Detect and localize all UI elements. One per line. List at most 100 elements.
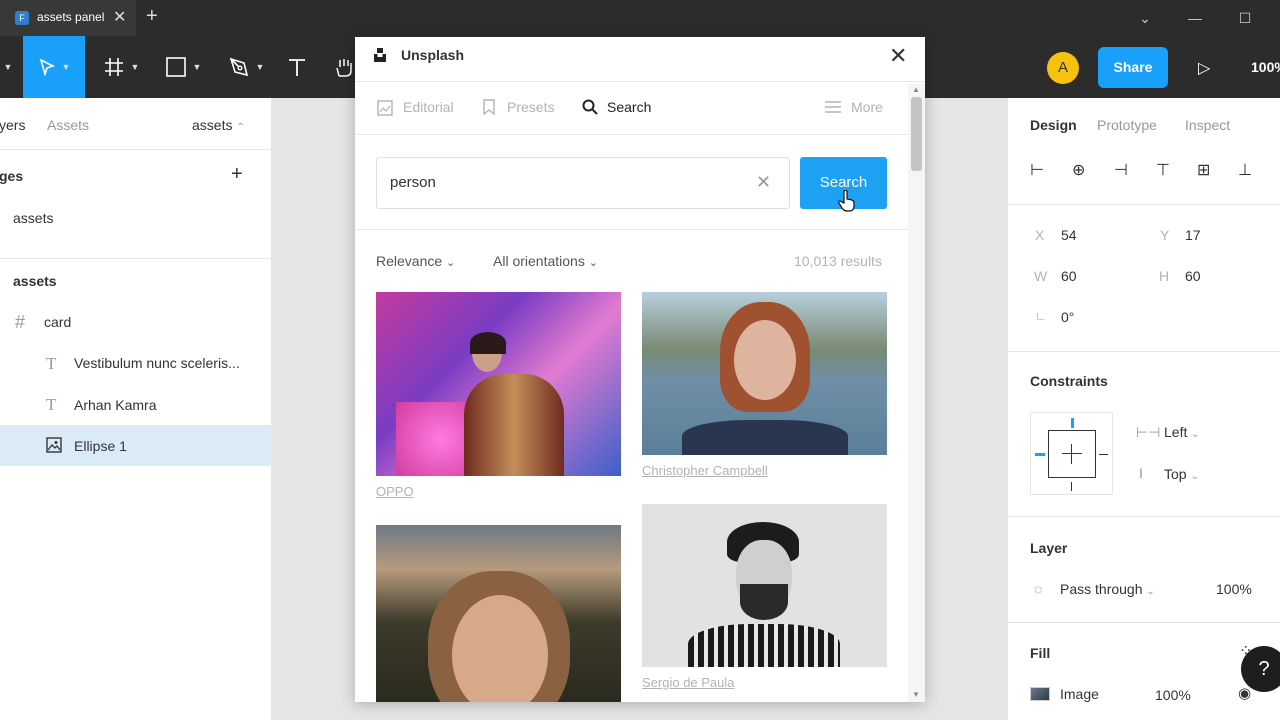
- blend-mode-icon: ◌: [1034, 581, 1043, 597]
- fill-opacity-field[interactable]: 100%: [1155, 687, 1191, 703]
- page-item-assets[interactable]: assets: [13, 210, 53, 226]
- vertical-constraint-select[interactable]: Top ⌄: [1164, 466, 1199, 482]
- new-tab-button[interactable]: +: [146, 5, 158, 28]
- layers-header: assets: [13, 273, 57, 289]
- divider: [1008, 351, 1280, 352]
- fill-header: Fill: [1030, 645, 1051, 661]
- chevron-down-icon: ⌄: [1146, 586, 1155, 597]
- text-tool-button[interactable]: [282, 36, 312, 98]
- minimize-icon[interactable]: —: [1171, 0, 1219, 36]
- shape-tool-button[interactable]: ▼: [159, 36, 207, 98]
- divider: [1008, 622, 1280, 623]
- tab-design[interactable]: Design: [1030, 117, 1077, 133]
- layer-opacity-field[interactable]: 100%: [1216, 581, 1252, 597]
- frame-icon: #: [15, 312, 26, 332]
- fill-image-swatch[interactable]: [1030, 687, 1050, 701]
- photo-thumbnail[interactable]: [376, 525, 621, 702]
- layer-label: Arhan Kamra: [74, 397, 157, 413]
- hand-tool-button[interactable]: [332, 36, 356, 98]
- avatar[interactable]: A: [1047, 52, 1079, 84]
- layer-label: card: [44, 314, 72, 330]
- horizontal-constraint-select[interactable]: Left ⌄: [1164, 424, 1200, 440]
- constraint-top-line[interactable]: [1071, 418, 1074, 428]
- tab-assets[interactable]: Assets: [47, 117, 89, 133]
- search-input[interactable]: person ✕: [376, 157, 790, 209]
- scroll-down-icon[interactable]: ▼: [912, 690, 920, 699]
- divider: [1008, 516, 1280, 517]
- width-field[interactable]: 60: [1061, 268, 1077, 284]
- divider: [355, 134, 908, 135]
- tab-prototype[interactable]: Prototype: [1097, 117, 1157, 133]
- close-icon[interactable]: ✕: [889, 43, 907, 69]
- horizontal-constraint-value: Left: [1164, 424, 1188, 440]
- frame-tool-button[interactable]: ▼: [97, 36, 145, 98]
- align-top-icon[interactable]: ⊤: [1156, 160, 1170, 180]
- x-label: X: [1035, 227, 1045, 243]
- modal-scrollbar-thumb[interactable]: [911, 97, 922, 171]
- tab-layers[interactable]: yers: [0, 117, 25, 133]
- scroll-up-icon[interactable]: ▲: [912, 85, 920, 94]
- maximize-icon[interactable]: ☐: [1221, 0, 1269, 36]
- layer-header: Layer: [1030, 540, 1068, 556]
- x-field[interactable]: 54: [1061, 227, 1077, 243]
- photo-thumbnail[interactable]: [642, 292, 887, 455]
- move-tool-button[interactable]: ▼: [23, 36, 85, 98]
- browser-tab[interactable]: F assets panel ✕: [0, 0, 136, 36]
- align-right-icon[interactable]: ⊣: [1114, 160, 1128, 180]
- modal-scrollbar[interactable]: [908, 84, 925, 702]
- align-bottom-icon[interactable]: ⊥: [1238, 160, 1252, 180]
- chevron-down-icon: ⌄: [588, 257, 598, 269]
- add-page-icon[interactable]: +: [231, 163, 243, 186]
- constraints-inner-box: [1048, 430, 1096, 478]
- orientation-filter[interactable]: All orientations ⌄: [493, 253, 598, 269]
- constraint-right-line[interactable]: [1099, 454, 1108, 455]
- divider: [355, 81, 925, 82]
- share-button[interactable]: Share: [1098, 47, 1168, 88]
- constraints-widget[interactable]: [1030, 412, 1113, 495]
- pen-icon: [229, 57, 248, 77]
- frame-icon: [104, 58, 123, 76]
- fill-type-label[interactable]: Image: [1060, 686, 1099, 702]
- text-icon: [289, 59, 305, 76]
- height-field[interactable]: 60: [1185, 268, 1201, 284]
- chevron-up-icon: ⌃: [236, 122, 245, 133]
- rotation-field[interactable]: 0°: [1061, 309, 1074, 325]
- photo-credit-link[interactable]: OPPO: [376, 484, 414, 499]
- y-field[interactable]: 17: [1185, 227, 1201, 243]
- align-horizontal-center-icon[interactable]: ⊕: [1072, 160, 1085, 180]
- image-icon: [377, 100, 393, 116]
- rotation-icon: ∟: [1035, 309, 1047, 323]
- blend-mode-select[interactable]: Pass through ⌄: [1060, 581, 1155, 597]
- constraint-bottom-line[interactable]: [1071, 482, 1072, 491]
- constraint-left-line[interactable]: [1035, 453, 1045, 456]
- tab-inspect[interactable]: Inspect: [1185, 117, 1230, 133]
- zoom-level[interactable]: 100%: [1251, 59, 1280, 75]
- align-vertical-center-icon[interactable]: ⊞: [1197, 160, 1210, 180]
- main-menu-chevron-icon[interactable]: ▼: [0, 36, 16, 98]
- chevron-down-icon[interactable]: ⌄: [1121, 0, 1169, 36]
- pen-tool-button[interactable]: ▼: [222, 36, 270, 98]
- hand-cursor-icon: [838, 190, 855, 212]
- present-play-icon[interactable]: ▷: [1198, 58, 1210, 78]
- browser-tab-title: assets panel: [37, 10, 105, 24]
- clear-search-icon[interactable]: ✕: [756, 172, 771, 193]
- photo-credit-link[interactable]: Christopher Campbell: [642, 463, 768, 478]
- vertical-constraint-icon: I: [1139, 465, 1143, 481]
- layer-row-ellipse-selected[interactable]: Ellipse 1: [0, 425, 272, 466]
- bookmark-icon: [483, 99, 495, 115]
- person-hair-shape: [470, 332, 506, 354]
- relevance-filter[interactable]: Relevance ⌄: [376, 253, 455, 269]
- align-left-icon[interactable]: ⊢: [1030, 160, 1044, 180]
- search-input-value: person: [390, 174, 436, 191]
- vertical-constraint-value: Top: [1164, 466, 1187, 482]
- chevron-down-icon: ⌄: [446, 257, 456, 269]
- move-cursor-icon: [39, 58, 55, 76]
- photo-thumbnail[interactable]: [642, 504, 887, 667]
- tab-more-label: More: [851, 99, 883, 115]
- photo-credit-link[interactable]: Sergio de Paula: [642, 675, 735, 690]
- help-button[interactable]: ?: [1241, 646, 1280, 692]
- photo-thumbnail[interactable]: [376, 292, 621, 476]
- tab-close-icon[interactable]: ✕: [113, 7, 126, 27]
- orientation-filter-label: All orientations: [493, 253, 585, 269]
- page-dropdown[interactable]: assets ⌃: [192, 117, 245, 133]
